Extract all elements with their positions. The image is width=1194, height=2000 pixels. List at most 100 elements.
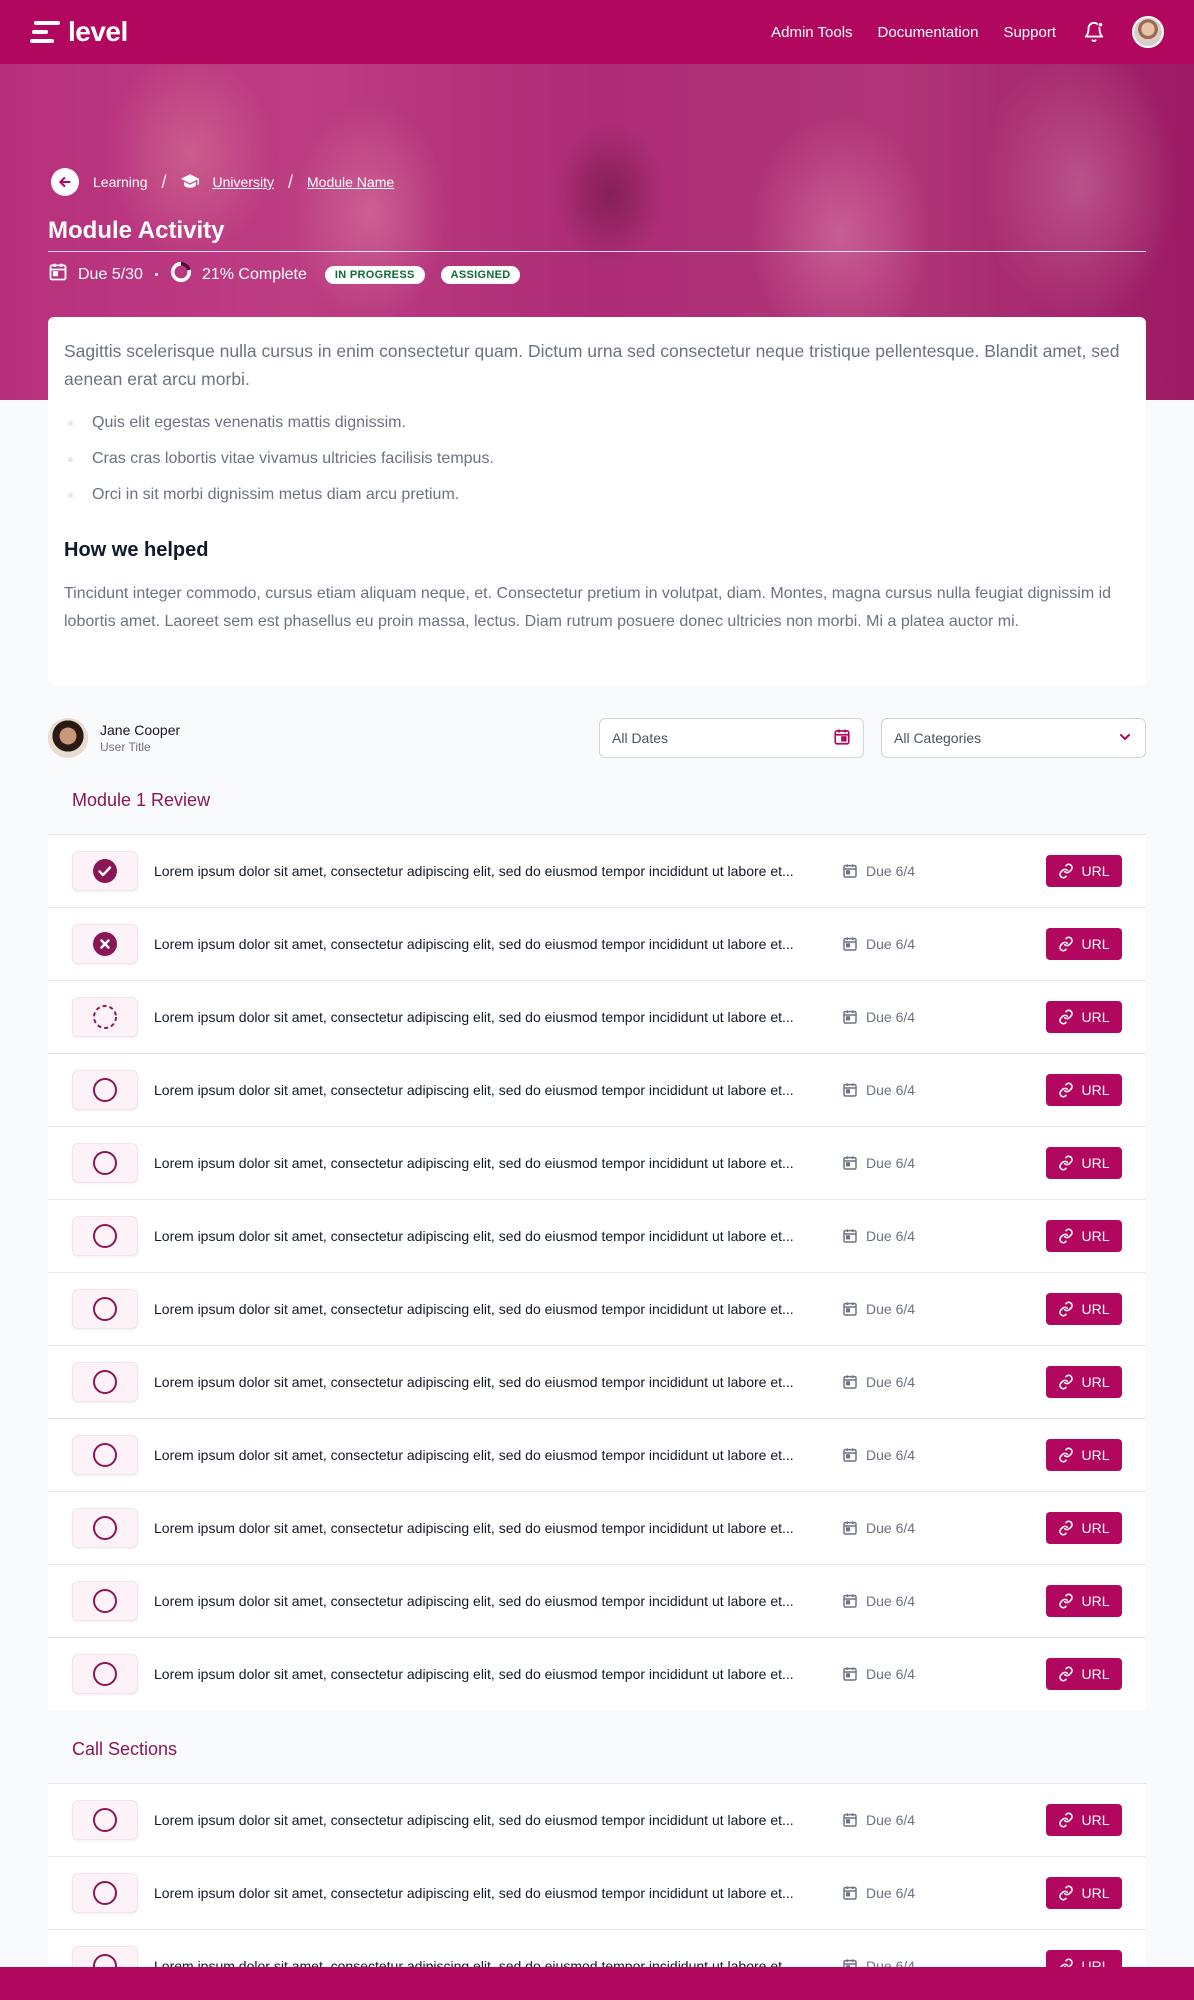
- bullet-item: Orci in sit morbi dignissim metus diam a…: [64, 485, 1130, 505]
- link-icon: [1058, 1082, 1074, 1098]
- url-button[interactable]: URL: [1046, 928, 1122, 960]
- user-name: Jane Cooper: [100, 722, 181, 738]
- category-filter[interactable]: All Categories: [881, 718, 1146, 758]
- url-button-label: URL: [1081, 1520, 1110, 1536]
- status-not-started-toggle[interactable]: [72, 1508, 138, 1548]
- status-not-started-toggle[interactable]: [72, 1362, 138, 1402]
- task-row: Lorem ipsum dolor sit amet, consectetur …: [48, 1564, 1146, 1637]
- task-row: Lorem ipsum dolor sit amet, consectetur …: [48, 1199, 1146, 1272]
- logo-text: level: [68, 16, 128, 47]
- task-due-label: Due 6/4: [866, 1301, 916, 1317]
- task-row: Lorem ipsum dolor sit amet, consectetur …: [48, 1053, 1146, 1126]
- task-description: Lorem ipsum dolor sit amet, consectetur …: [154, 1301, 794, 1317]
- section-title: Call Sections: [48, 1716, 1146, 1783]
- footer-bar: [0, 1967, 1194, 2000]
- status-not-started-toggle[interactable]: [72, 1654, 138, 1694]
- task-due-label: Due 6/4: [866, 1958, 916, 1967]
- url-button-label: URL: [1081, 1958, 1110, 1967]
- task-due-label: Due 6/4: [866, 1593, 916, 1609]
- category-filter-label: All Categories: [894, 730, 982, 746]
- task-due: Due 6/4: [842, 1593, 992, 1609]
- status-not-started-toggle[interactable]: [72, 1800, 138, 1840]
- url-button[interactable]: URL: [1046, 1147, 1122, 1179]
- date-filter-label: All Dates: [612, 730, 669, 746]
- status-not-started-toggle[interactable]: [72, 1070, 138, 1110]
- status-not-started-toggle[interactable]: [72, 1581, 138, 1621]
- url-button[interactable]: URL: [1046, 1877, 1122, 1909]
- task-due: Due 6/4: [842, 1009, 992, 1025]
- status-complete-toggle[interactable]: [72, 851, 138, 891]
- task-list: Lorem ipsum dolor sit amet, consectetur …: [48, 1783, 1146, 1967]
- status-not-started-icon: [92, 1953, 118, 1967]
- status-not-started-toggle[interactable]: [72, 1435, 138, 1475]
- graduation-cap-icon: [180, 173, 199, 192]
- task-description: Lorem ipsum dolor sit amet, consectetur …: [154, 1228, 794, 1244]
- calendar-icon: [842, 1666, 858, 1682]
- task-due: Due 6/4: [842, 1082, 992, 1098]
- progress-label: 21% Complete: [201, 265, 307, 283]
- url-button-label: URL: [1081, 1228, 1110, 1244]
- link-icon: [1058, 1009, 1074, 1025]
- status-not-started-icon: [92, 1150, 118, 1176]
- calendar-icon: [842, 1228, 858, 1244]
- back-arrow-icon[interactable]: [51, 168, 79, 196]
- meta-separator: [154, 273, 158, 276]
- status-failed-toggle[interactable]: [72, 924, 138, 964]
- calendar-icon: [842, 1958, 858, 1967]
- status-not-started-toggle[interactable]: [72, 1873, 138, 1913]
- status-not-started-toggle[interactable]: [72, 1946, 138, 1967]
- task-row: Lorem ipsum dolor sit amet, consectetur …: [48, 980, 1146, 1053]
- calendar-icon: [842, 1812, 858, 1828]
- logo[interactable]: level: [30, 16, 128, 48]
- url-button[interactable]: URL: [1046, 1220, 1122, 1252]
- url-button-label: URL: [1081, 1155, 1110, 1171]
- status-in-progress-toggle[interactable]: [72, 997, 138, 1037]
- status-not-started-toggle[interactable]: [72, 1216, 138, 1256]
- task-description: Lorem ipsum dolor sit amet, consectetur …: [154, 1885, 794, 1901]
- description-bullets: Quis elit egestas venenatis mattis digni…: [64, 413, 1130, 505]
- date-filter[interactable]: All Dates: [599, 718, 864, 758]
- breadcrumb-learning[interactable]: Learning: [93, 174, 148, 190]
- url-button[interactable]: URL: [1046, 1001, 1122, 1033]
- task-row: Lorem ipsum dolor sit amet, consectetur …: [48, 1637, 1146, 1710]
- breadcrumb-university[interactable]: University: [213, 174, 274, 190]
- status-not-started-icon: [92, 1296, 118, 1322]
- nav-link-support[interactable]: Support: [1003, 24, 1056, 41]
- url-button[interactable]: URL: [1046, 1366, 1122, 1398]
- top-navigation: level Admin Tools Documentation Support: [0, 0, 1194, 64]
- url-button[interactable]: URL: [1046, 1804, 1122, 1836]
- task-due-label: Due 6/4: [866, 1520, 916, 1536]
- description-lead: Sagittis scelerisque nulla cursus in eni…: [64, 341, 1120, 389]
- user-avatar-menu[interactable]: [1132, 16, 1164, 48]
- notification-bell-icon[interactable]: [1081, 19, 1107, 45]
- page-meta: Due 5/30 21% Complete IN PROGRESS ASSIGN…: [48, 261, 521, 288]
- task-due-label: Due 6/4: [866, 1885, 916, 1901]
- task-due: Due 6/4: [842, 1301, 992, 1317]
- url-button-label: URL: [1081, 1009, 1110, 1025]
- breadcrumb-module-name[interactable]: Module Name: [307, 174, 394, 190]
- url-button[interactable]: URL: [1046, 1439, 1122, 1471]
- task-description: Lorem ipsum dolor sit amet, consectetur …: [154, 1593, 794, 1609]
- link-icon: [1058, 1885, 1074, 1901]
- task-row: Lorem ipsum dolor sit amet, consectetur …: [48, 1783, 1146, 1856]
- task-due: Due 6/4: [842, 1374, 992, 1390]
- url-button[interactable]: URL: [1046, 1658, 1122, 1690]
- url-button[interactable]: URL: [1046, 855, 1122, 887]
- nav-link-admin-tools[interactable]: Admin Tools: [771, 24, 852, 41]
- status-not-started-toggle[interactable]: [72, 1289, 138, 1329]
- status-not-started-icon: [92, 1880, 118, 1906]
- calendar-icon: [842, 1301, 858, 1317]
- link-icon: [1058, 1666, 1074, 1682]
- status-not-started-icon: [92, 1442, 118, 1468]
- url-button[interactable]: URL: [1046, 1512, 1122, 1544]
- breadcrumb-separator: /: [161, 171, 167, 192]
- task-description: Lorem ipsum dolor sit amet, consectetur …: [154, 936, 794, 952]
- url-button[interactable]: URL: [1046, 1585, 1122, 1617]
- url-button[interactable]: URL: [1046, 1074, 1122, 1106]
- status-not-started-toggle[interactable]: [72, 1143, 138, 1183]
- url-button[interactable]: URL: [1046, 1950, 1122, 1967]
- nav-link-documentation[interactable]: Documentation: [878, 24, 979, 41]
- link-icon: [1058, 1228, 1074, 1244]
- url-button[interactable]: URL: [1046, 1293, 1122, 1325]
- task-due: Due 6/4: [842, 1520, 992, 1536]
